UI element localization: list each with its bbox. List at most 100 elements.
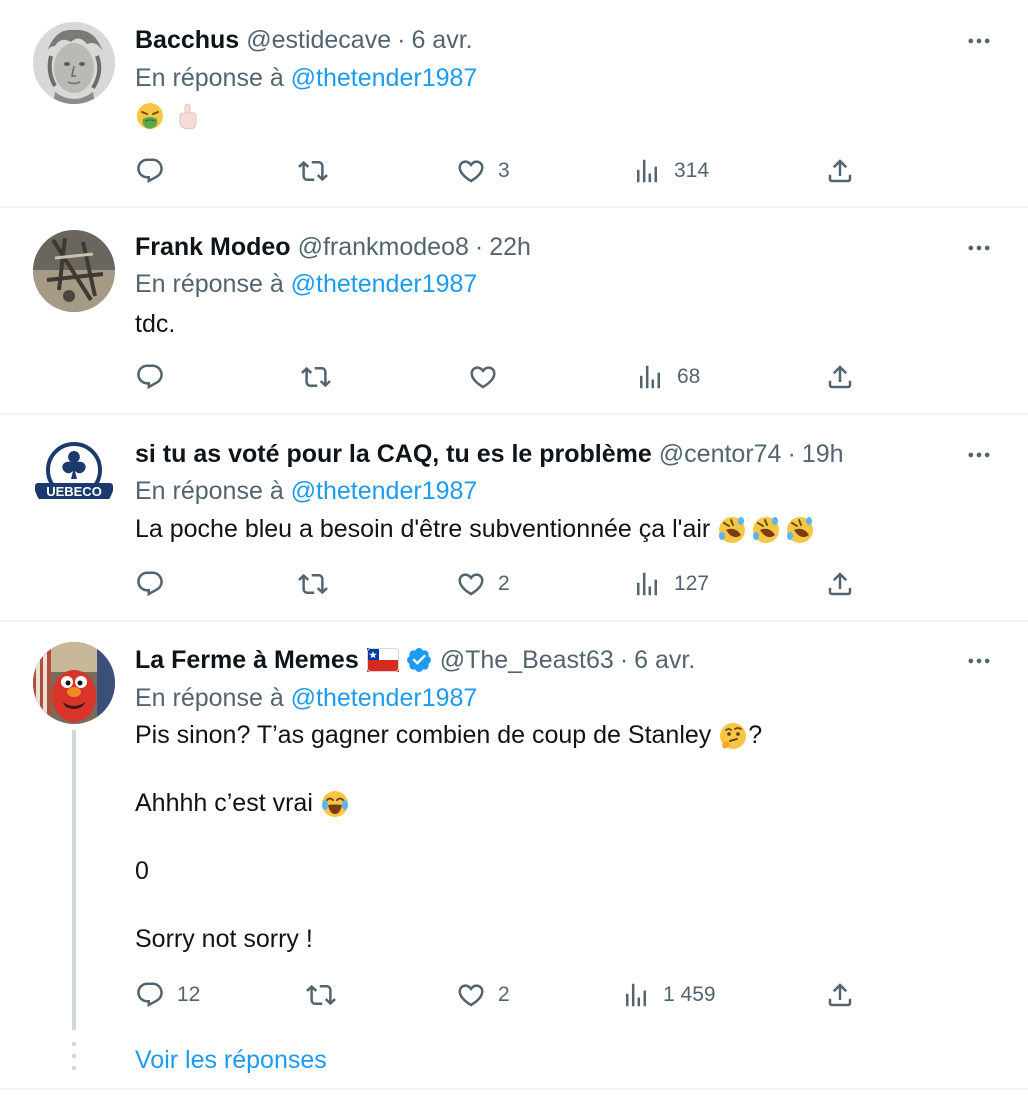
display-name[interactable]: La Ferme à Memes (135, 645, 359, 675)
heart-icon (456, 569, 486, 599)
reply-icon (135, 156, 165, 186)
reply-button[interactable] (135, 153, 177, 189)
verified-badge-icon[interactable] (405, 646, 433, 674)
heart-icon (456, 156, 486, 186)
reply-button[interactable]: 12 (135, 977, 200, 1013)
share-button[interactable] (825, 153, 855, 189)
middle-finger-emoji (179, 103, 197, 130)
avatar[interactable]: UEBECO (33, 437, 115, 519)
username[interactable]: @frankmodeo8 (298, 232, 469, 262)
retweet-icon (301, 362, 331, 392)
views-icon (635, 362, 665, 392)
more-options-icon[interactable] (964, 646, 994, 676)
tweet-text-line: Ahhhh c’est vrai (135, 788, 350, 819)
like-button[interactable]: 2 (456, 977, 510, 1013)
crying-laughing-emoji (321, 791, 348, 818)
timestamp[interactable]: 19h (802, 439, 844, 469)
tweet-text-line: Sorry not sorry ! (135, 925, 313, 953)
tweet-text-line: 0 (135, 857, 149, 885)
tweet[interactable]: Bacchus @estidecave · 6 avr. En réponse … (0, 0, 1028, 208)
tweet[interactable]: UEBECO si tu as voté pour la CAQ, tu es … (0, 415, 1028, 622)
separator: · (474, 233, 484, 261)
tweet-text-segment: ? (748, 721, 763, 749)
views-button[interactable]: 68 (635, 359, 700, 395)
share-button[interactable] (825, 566, 855, 602)
views-button[interactable]: 127 (632, 566, 709, 602)
share-button[interactable] (825, 359, 855, 395)
username[interactable]: @The_Beast63 (440, 645, 614, 675)
avatar[interactable] (33, 22, 115, 104)
avatar-image (33, 642, 115, 724)
separator: · (787, 440, 796, 468)
avatar-image: UEBECO (33, 437, 115, 519)
reply-prefix: En réponse à (135, 64, 291, 92)
display-name[interactable]: Bacchus (135, 25, 239, 55)
tweet-text-segment: Pis sinon? T’as gagner combien de coup d… (135, 721, 719, 749)
reply-icon (135, 980, 165, 1010)
timestamp[interactable]: 6 avr. (634, 645, 695, 675)
tweet[interactable]: La Ferme à Memes @The_Beast63 · 6 avr. E… (0, 622, 1028, 1090)
retweet-button[interactable] (298, 153, 340, 189)
tweet-text (135, 100, 202, 131)
like-button[interactable]: 3 (456, 153, 510, 189)
like-button[interactable]: 2 (456, 566, 510, 602)
reply-context: En réponse à @thetender1987 (135, 683, 477, 713)
view-count: 68 (677, 365, 701, 388)
separator: · (397, 26, 406, 54)
tweet-text-content: La poche bleu a besoin d'être subvention… (135, 515, 718, 543)
reply-mention-link[interactable]: @thetender1987 (291, 477, 478, 505)
tweet-actions: 3 314 (135, 153, 865, 189)
tweet-text: La poche bleu a besoin d'être subvention… (135, 514, 817, 545)
thread-dots (72, 1042, 76, 1078)
separator: · (619, 646, 629, 674)
tweet-header: La Ferme à Memes @The_Beast63 · 6 avr. (135, 645, 695, 675)
show-replies-link[interactable]: Voir les réponses (135, 1045, 327, 1075)
timestamp[interactable]: 22h (489, 232, 531, 262)
reply-prefix: En réponse à (135, 270, 291, 298)
share-icon (825, 156, 855, 186)
reply-button[interactable] (135, 359, 177, 395)
views-button[interactable]: 314 (632, 153, 709, 189)
tweet[interactable]: Frank Modeo @frankmodeo8 · 22h En répons… (0, 208, 1028, 415)
timestamp[interactable]: 6 avr. (411, 25, 472, 55)
tweet-actions: 2 127 (135, 566, 865, 602)
nauseated-face-emoji (137, 103, 163, 130)
like-button[interactable] (468, 359, 510, 395)
share-icon (825, 569, 855, 599)
share-button[interactable] (825, 977, 855, 1013)
views-icon (621, 980, 651, 1010)
like-count: 2 (498, 983, 510, 1006)
avatar[interactable] (33, 230, 115, 312)
retweet-button[interactable] (306, 977, 348, 1013)
tweet-header: Bacchus @estidecave · 6 avr. (135, 25, 473, 55)
reply-button[interactable] (135, 566, 177, 602)
reply-context: En réponse à @thetender1987 (135, 269, 477, 299)
display-name[interactable]: Frank Modeo (135, 232, 291, 262)
reply-context: En réponse à @thetender1987 (135, 476, 477, 506)
avatar[interactable] (33, 642, 115, 724)
reply-mention-link[interactable]: @thetender1987 (291, 270, 478, 298)
more-options-icon[interactable] (964, 440, 994, 470)
username[interactable]: @centor74 (659, 439, 782, 469)
retweet-button[interactable] (298, 566, 340, 602)
share-icon (825, 980, 855, 1010)
heart-icon (456, 980, 486, 1010)
retweet-icon (298, 569, 328, 599)
like-count: 2 (498, 572, 510, 595)
view-count: 127 (674, 572, 710, 595)
tweet-text-line: Pis sinon? T’as gagner combien de coup d… (135, 720, 762, 751)
views-button[interactable]: 1 459 (621, 977, 716, 1013)
views-icon (632, 156, 662, 186)
reply-mention-link[interactable]: @thetender1987 (291, 684, 478, 712)
display-name[interactable]: si tu as voté pour la CAQ, tu es le prob… (135, 439, 652, 469)
more-options-icon[interactable] (964, 233, 994, 263)
retweet-button[interactable] (301, 359, 343, 395)
thinking-face-emoji (720, 723, 747, 750)
username[interactable]: @estidecave (246, 25, 391, 55)
like-count: 3 (498, 159, 510, 182)
view-count: 1 459 (663, 983, 716, 1006)
reply-prefix: En réponse à (135, 684, 291, 712)
reply-context: En réponse à @thetender1987 (135, 63, 477, 93)
more-options-icon[interactable] (964, 26, 994, 56)
reply-mention-link[interactable]: @thetender1987 (291, 64, 478, 92)
